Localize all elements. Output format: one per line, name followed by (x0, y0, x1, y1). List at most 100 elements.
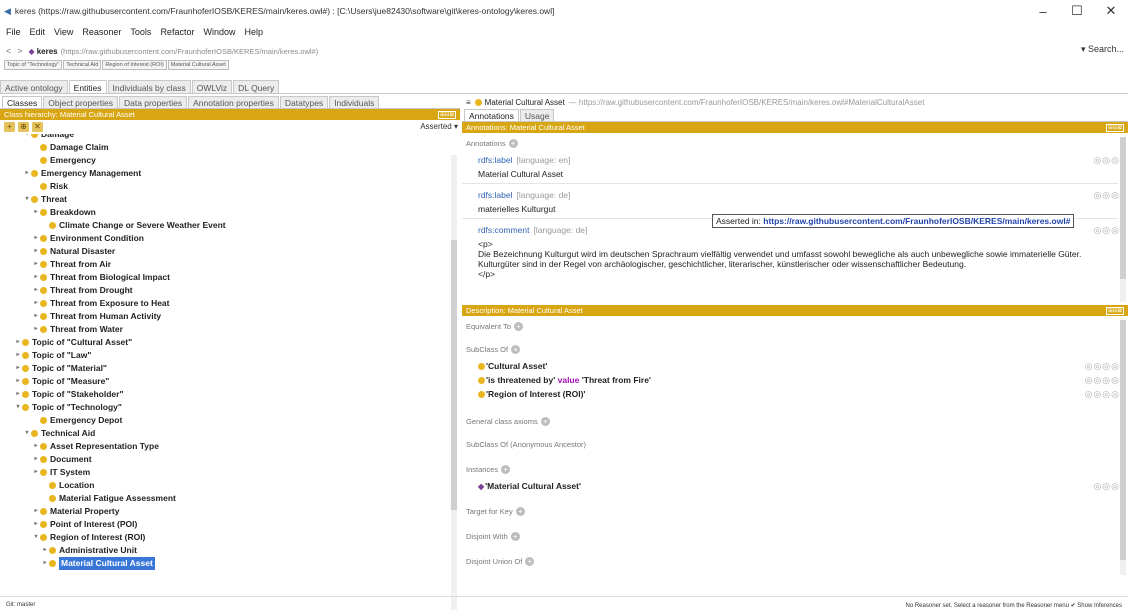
hamburger-menu-icon[interactable]: ≡ (466, 98, 471, 107)
description-scrollbar[interactable] (1120, 320, 1126, 575)
tree-node[interactable]: ▸ Material Property (32, 505, 119, 518)
close-button[interactable]: ✕ (1094, 3, 1128, 19)
collapse-icon[interactable]: ▾ (14, 401, 22, 414)
tree-node[interactable]: ▸ Material Cultural Asset (41, 557, 155, 570)
menu-edit[interactable]: Edit (30, 27, 46, 37)
instance-item[interactable]: ◆ 'Material Cultural Asset' (478, 481, 581, 491)
tree-node[interactable]: ▸ IT System (32, 466, 90, 479)
description-view-controls[interactable]: ⊞⊟⊠ (1106, 307, 1124, 315)
description-scrollbar-thumb[interactable] (1120, 320, 1126, 560)
tree-node[interactable]: Material Fatigue Assessment (41, 492, 176, 505)
minimize-button[interactable]: – (1026, 4, 1060, 19)
tree-node[interactable]: ▸ Point of Interest (POI) (32, 518, 137, 531)
menu-reasoner[interactable]: Reasoner (82, 27, 121, 37)
breadcrumb-item[interactable]: Topic of "Technology" (4, 60, 63, 70)
maximize-button[interactable]: ☐ (1060, 3, 1094, 19)
tree-node[interactable]: Emergency Depot (32, 414, 122, 427)
annotation-row-controls[interactable]: ◎◎◎ (1093, 155, 1120, 166)
tree-node[interactable]: ▾ Technical Aid (23, 427, 95, 440)
forward-button[interactable]: > (17, 46, 22, 56)
superclass-item[interactable]: 'is threatened by' value 'Threat from Fi… (478, 375, 651, 385)
view-controls[interactable]: ⊞⊟⊠ (438, 111, 456, 119)
tree-node[interactable]: Emergency (32, 154, 96, 167)
tree-node[interactable]: ▸ Breakdown (32, 206, 95, 219)
reasoner-status[interactable]: No Reasoner set. Select a reasoner from … (906, 602, 1122, 609)
expand-icon[interactable]: ▸ (32, 310, 40, 323)
hierarchy-mode-select[interactable]: Asserted ▾ (420, 122, 458, 131)
add-equivalent-button[interactable]: + (513, 322, 523, 331)
tree-node[interactable]: ▸ Natural Disaster (32, 245, 115, 258)
tree-node[interactable]: Risk (32, 180, 68, 193)
search-box[interactable]: ▾ Search... (1081, 44, 1124, 55)
tab-individuals-by-class[interactable]: Individuals by class (107, 80, 191, 93)
annotation-row-controls[interactable]: ◎◎◎ (1093, 225, 1120, 236)
expand-icon[interactable]: ▸ (32, 284, 40, 297)
annotations-view-controls[interactable]: ⊞⊟⊠ (1106, 124, 1124, 132)
tree-node[interactable]: ▸ Threat from Biological Impact (32, 271, 169, 284)
tab-annotation-properties[interactable]: Annotation properties (188, 96, 279, 108)
expand-icon[interactable]: ▸ (32, 232, 40, 245)
tree-node[interactable]: ▸ Topic of "Measure" (14, 375, 109, 388)
menu-file[interactable]: File (6, 27, 21, 37)
expand-icon[interactable]: ▸ (14, 362, 22, 375)
tree-node[interactable]: ▸ Topic of "Stakeholder" (14, 388, 123, 401)
tab-individuals[interactable]: Individuals (329, 96, 380, 108)
breadcrumb-item[interactable]: Material Cultural Asset (167, 60, 229, 70)
tab-active-ontology[interactable]: Active ontology (0, 80, 68, 93)
tree-node[interactable]: Climate Change or Severe Weather Event (41, 219, 226, 232)
expand-icon[interactable]: ▸ (14, 388, 22, 401)
tree-node[interactable]: ▸ Threat from Drought (32, 284, 132, 297)
expand-icon[interactable]: ▸ (41, 557, 49, 570)
expand-icon[interactable]: ▸ (32, 440, 40, 453)
annotation-row-controls[interactable]: ◎◎◎ (1093, 190, 1120, 201)
expand-icon[interactable]: ▸ (32, 505, 40, 518)
tree-node[interactable]: ▾ Topic of "Technology" (14, 401, 121, 414)
collapse-icon[interactable]: ▾ (23, 134, 31, 141)
collapse-icon[interactable]: ▾ (23, 427, 31, 440)
annotation-property[interactable]: rdfs:comment [language: de] (478, 225, 587, 235)
menu-view[interactable]: View (54, 27, 73, 37)
breadcrumb-item[interactable]: Region of Interest (ROI) (102, 60, 167, 70)
breadcrumb-item[interactable]: Technical Aid (63, 60, 102, 70)
expand-icon[interactable]: ▸ (41, 544, 49, 557)
add-subclass-button[interactable]: + (4, 122, 15, 132)
back-button[interactable]: < (6, 46, 11, 56)
tab-annotations[interactable]: Annotations (464, 109, 519, 121)
tree-scrollbar[interactable] (451, 155, 457, 610)
menu-help[interactable]: Help (244, 27, 263, 37)
collapse-icon[interactable]: ▾ (32, 531, 40, 544)
tab-data-properties[interactable]: Data properties (118, 96, 188, 108)
superclass-item[interactable]: 'Cultural Asset' (478, 361, 547, 371)
tree-node[interactable]: ▸ Threat from Exposure to Heat (32, 297, 169, 310)
delete-class-button[interactable]: ✕ (32, 122, 43, 132)
tab-entities[interactable]: Entities (68, 80, 107, 93)
tree-node[interactable]: ▸ Threat from Air (32, 258, 111, 271)
tree-node[interactable]: ▸ Emergency Management (23, 167, 141, 180)
expand-icon[interactable]: ▸ (32, 206, 40, 219)
tree-node[interactable]: ▸ Threat from Human Activity (32, 310, 161, 323)
tab-owlviz[interactable]: OWLViz (191, 80, 233, 93)
superclass-row-controls[interactable]: ◎◎◎◎ (1085, 361, 1120, 372)
expand-icon[interactable]: ▸ (14, 336, 22, 349)
annotation-property[interactable]: rdfs:label [language: en] (478, 155, 570, 165)
tree-node[interactable]: ▸ Document (32, 453, 91, 466)
expand-icon[interactable]: ▸ (32, 466, 40, 479)
collapse-icon[interactable]: ▾ (23, 193, 31, 206)
annotations-scrollbar[interactable] (1120, 137, 1126, 302)
add-general-axiom-button[interactable]: + (540, 417, 550, 426)
tree-node[interactable]: Location (41, 479, 94, 492)
tree-node[interactable]: ▸ Environment Condition (32, 232, 143, 245)
expand-icon[interactable]: ▸ (32, 453, 40, 466)
expand-icon[interactable]: ▸ (32, 245, 40, 258)
tree-scrollbar-thumb[interactable] (451, 240, 457, 510)
tree-node[interactable]: ▾ Damage (23, 134, 74, 141)
add-superclass-button[interactable]: + (511, 345, 521, 354)
tree-node[interactable]: ▾ Region of Interest (ROI) (32, 531, 145, 544)
tree-node[interactable]: ▾ Threat (23, 193, 67, 206)
tree-node[interactable]: ▸ Topic of "Cultural Asset" (14, 336, 132, 349)
instance-row-controls[interactable]: ◎◎◎ (1093, 481, 1120, 492)
add-key-button[interactable]: + (515, 507, 525, 516)
expand-icon[interactable]: ▸ (32, 323, 40, 336)
tree-node[interactable]: Damage Claim (32, 141, 109, 154)
tree-node[interactable]: ▸ Asset Representation Type (32, 440, 158, 453)
